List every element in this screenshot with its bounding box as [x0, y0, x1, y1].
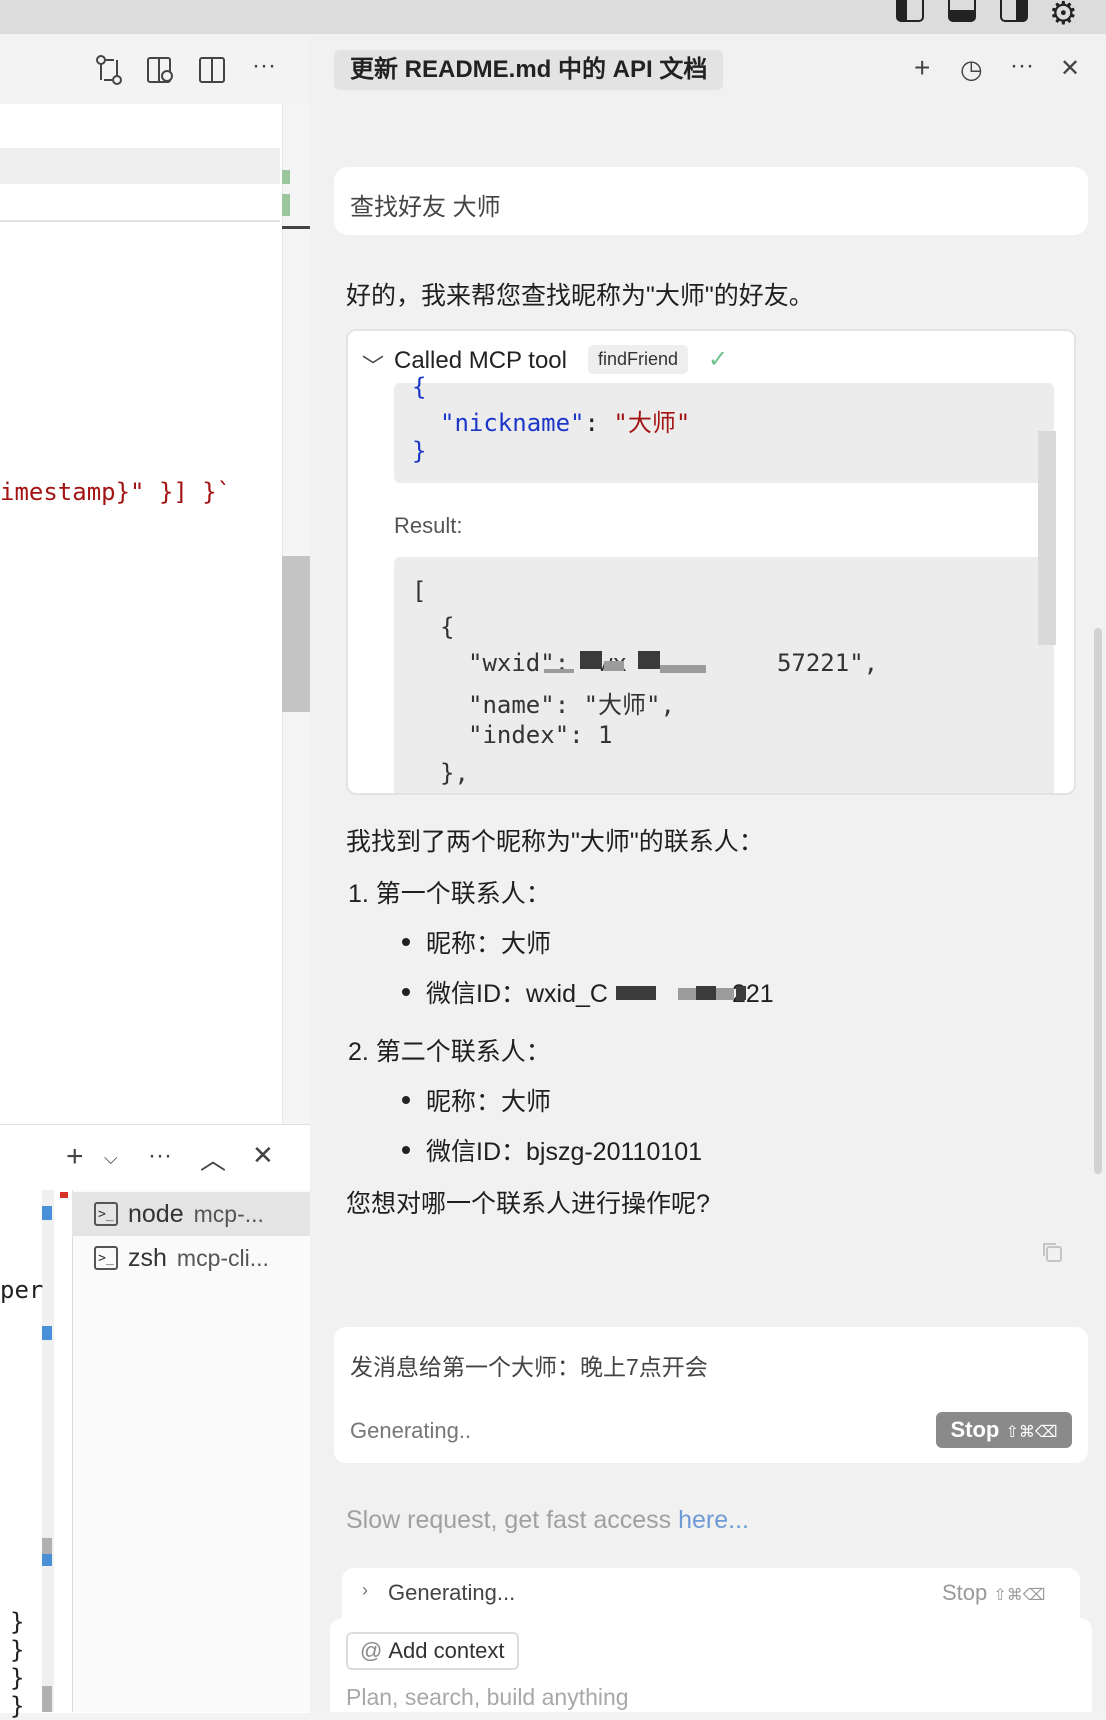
bullet: [402, 1146, 410, 1154]
redaction: [696, 986, 716, 1000]
redaction: [544, 669, 574, 673]
terminal-text: per: [0, 1276, 44, 1304]
terminal-item-node[interactable]: >_ node mcp-...: [72, 1192, 310, 1236]
editor-line-highlight: [0, 148, 280, 184]
result-label: Result:: [394, 513, 463, 538]
generating-status: Generating..: [350, 1418, 472, 1443]
user-message-text: 查找好友 大师: [350, 194, 501, 221]
close-panel-icon[interactable]: ✕: [252, 1140, 274, 1171]
scroll-marker: [42, 1686, 52, 1712]
tool-card-scrollbar[interactable]: [1038, 431, 1056, 645]
editor-line: [0, 184, 280, 222]
history-icon[interactable]: ◷: [960, 54, 983, 85]
check-icon: ✓: [708, 346, 729, 373]
chevron-down-icon[interactable]: ⌵: [104, 1148, 118, 1169]
panel-left-icon[interactable]: [896, 0, 924, 22]
user-message[interactable]: 查找好友 大师: [334, 167, 1088, 235]
terminal-text: } } } }: [10, 1608, 25, 1720]
close-icon[interactable]: ✕: [1060, 54, 1080, 83]
fast-access-link[interactable]: here...: [678, 1506, 749, 1534]
composer-placeholder[interactable]: Plan, search, build anything: [346, 1684, 629, 1711]
add-context-button[interactable]: @ Add context: [346, 1632, 519, 1670]
new-chat-icon[interactable]: +: [914, 52, 930, 84]
redaction: [604, 661, 624, 671]
source-control-compare-icon[interactable]: [94, 54, 124, 90]
gutter-marker: [282, 170, 290, 184]
redaction: [660, 665, 706, 673]
scroll-marker: [42, 1554, 52, 1566]
terminal-icon: >_: [94, 1246, 118, 1270]
bullet: [402, 1096, 410, 1104]
at-icon: @: [360, 1638, 383, 1663]
contact-heading: 2. 第二个联系人：: [348, 1038, 551, 1066]
scroll-marker: [42, 1326, 52, 1340]
stop-link[interactable]: Stop ⇧⌘⌫: [942, 1580, 1045, 1606]
scroll-marker: [60, 1192, 68, 1198]
tool-args-line: "nickname": "大师": [440, 409, 691, 437]
redaction: [616, 986, 656, 1000]
gear-icon[interactable]: ⚙: [1049, 0, 1078, 32]
panel-bottom-icon[interactable]: [948, 0, 976, 22]
scroll-marker: [42, 1538, 52, 1554]
contact-nickname: 昵称：大师: [426, 930, 552, 958]
chevron-right-icon[interactable]: ›: [362, 1580, 368, 1601]
open-preview-icon[interactable]: [146, 54, 176, 90]
redaction: [736, 986, 746, 1000]
chat-scrollbar[interactable]: [1094, 628, 1102, 1174]
stop-button[interactable]: Stop ⇧⌘⌫: [936, 1412, 1072, 1448]
scroll-marker: [42, 1206, 52, 1220]
tool-call-card: ﹀ Called MCP tool findFriend ✓ { "nickna…: [346, 329, 1076, 795]
scroll-position-marker: [282, 226, 310, 229]
contact-wxid: 微信ID：bjszg-20110101: [426, 1138, 703, 1166]
more-actions-icon[interactable]: ···: [252, 54, 276, 78]
slow-request-notice: Slow request, get fast access here...: [346, 1506, 749, 1534]
redaction: [580, 651, 602, 669]
terminal-scrollbar[interactable]: [42, 1190, 54, 1712]
assistant-question: 您想对哪一个联系人进行操作呢?: [346, 1190, 710, 1218]
generating-label: Generating...: [388, 1580, 516, 1605]
redaction: [678, 988, 696, 1000]
tool-name-badge: findFriend: [588, 345, 689, 374]
tool-call-label[interactable]: Called MCP tool: [394, 347, 567, 375]
redaction: [638, 651, 660, 669]
contact-nickname: 昵称：大师: [426, 1088, 552, 1116]
redaction: [716, 988, 734, 1000]
more-icon[interactable]: ···: [148, 1142, 172, 1170]
chat-title-tab[interactable]: 更新 README.md 中的 API 文档: [334, 50, 724, 90]
gutter-marker: [282, 194, 290, 216]
code-line: imestamp}" }] }`: [0, 478, 232, 506]
bullet: [402, 988, 410, 996]
assistant-intro: 好的，我来帮您查找昵称为"大师"的好友。: [346, 282, 814, 310]
copy-icon[interactable]: [1040, 1240, 1064, 1264]
chevron-down-icon[interactable]: ﹀: [362, 349, 384, 381]
followup-input-text[interactable]: 发消息给第一个大师：晚上7点开会: [350, 1348, 708, 1382]
more-icon[interactable]: ···: [1010, 52, 1034, 80]
terminal-icon: >_: [94, 1202, 118, 1226]
summary-text: 我找到了两个昵称为"大师"的联系人：: [346, 828, 764, 856]
new-terminal-icon[interactable]: +: [66, 1140, 84, 1174]
bullet: [402, 938, 410, 946]
split-editor-icon[interactable]: [198, 54, 228, 90]
code-editor[interactable]: [0, 104, 282, 1124]
panel-right-icon[interactable]: [1000, 0, 1028, 22]
terminal-item-zsh[interactable]: >_ zsh mcp-cli...: [72, 1236, 310, 1280]
contact-heading: 1. 第一个联系人：: [348, 880, 551, 908]
title-bar: [0, 0, 1106, 34]
editor-scrollbar-thumb[interactable]: [282, 556, 310, 712]
chevron-up-icon[interactable]: ︿: [200, 1140, 226, 1177]
